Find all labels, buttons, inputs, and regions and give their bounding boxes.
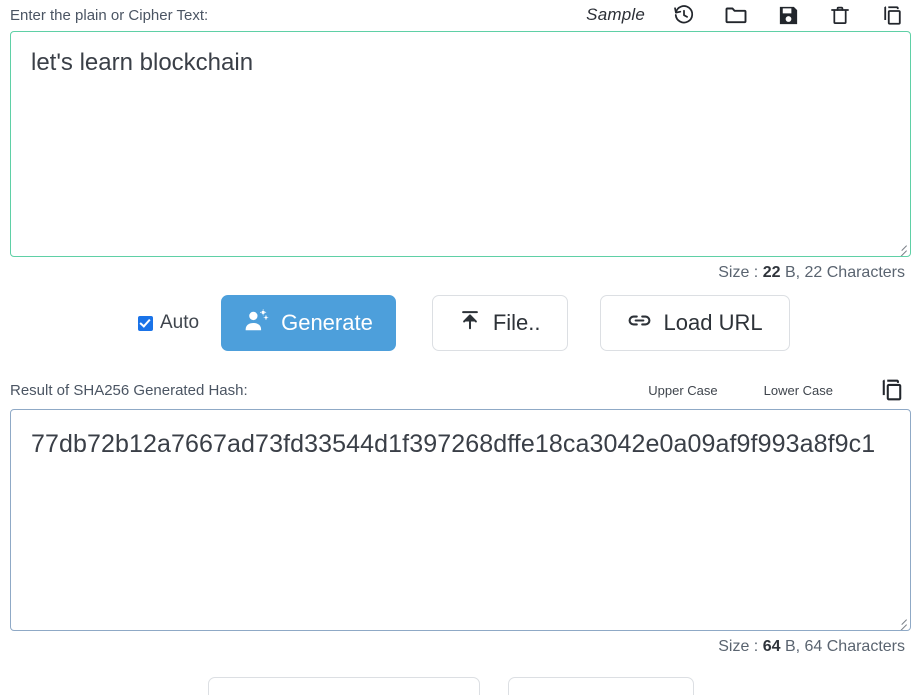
upper-case-button[interactable]: Upper Case (648, 383, 717, 398)
hash-result-output[interactable]: 77db72b12a7667ad73fd33544d1f397268dffe18… (10, 409, 911, 631)
input-size-value: 22 (762, 264, 781, 281)
bottom-button-left[interactable] (208, 677, 480, 695)
generate-button-label: Generate (281, 310, 373, 335)
plain-text-value: let's learn blockchain (31, 49, 254, 76)
resize-handle-icon[interactable] (893, 239, 907, 253)
user-gear-icon (244, 308, 269, 339)
input-header: Enter the plain or Cipher Text: Sample (10, 0, 911, 28)
result-toolbar: Upper Case Lower Case (648, 377, 911, 403)
link-icon (627, 308, 652, 339)
input-section-label: Enter the plain or Cipher Text: (10, 6, 209, 24)
copy-icon[interactable] (879, 2, 905, 28)
load-url-button-label: Load URL (663, 310, 763, 335)
history-icon[interactable] (671, 2, 697, 28)
result-header: Result of SHA256 Generated Hash: Upper C… (10, 375, 911, 405)
file-button[interactable]: File.. (431, 295, 568, 351)
folder-icon[interactable] (723, 2, 749, 28)
input-toolbar: Sample (586, 2, 911, 28)
sample-link[interactable]: Sample (586, 5, 645, 25)
copy-result-icon[interactable] (879, 377, 905, 403)
generate-button[interactable]: Generate (221, 295, 396, 351)
result-size-status: Size : 64 B, 64 Characters (10, 631, 911, 656)
input-size-status: Size : 22 B, 22 Characters (10, 257, 911, 282)
input-size-suffix: B, 22 Characters (780, 264, 905, 281)
file-button-label: File.. (492, 310, 541, 335)
result-resize-handle-icon[interactable] (893, 613, 907, 627)
auto-checkbox[interactable] (138, 315, 153, 331)
bottom-button-right[interactable] (508, 677, 694, 695)
result-size-prefix: Size : (718, 638, 763, 655)
auto-label: Auto (160, 312, 200, 333)
result-size-suffix: B, 64 Characters (780, 638, 905, 655)
input-size-prefix: Size : (718, 264, 763, 281)
upload-icon (459, 309, 481, 337)
result-section-label: Result of SHA256 Generated Hash: (10, 381, 248, 399)
sha256-generator-page: Enter the plain or Cipher Text: Sample l… (0, 0, 921, 695)
action-row: Auto Generate File.. Load URL (10, 295, 911, 351)
result-size-value: 64 (762, 638, 781, 655)
save-icon[interactable] (775, 2, 801, 28)
load-url-button[interactable]: Load URL (599, 295, 790, 351)
trash-icon[interactable] (827, 2, 853, 28)
auto-checkbox-wrapper[interactable]: Auto (138, 312, 199, 334)
lower-case-button[interactable]: Lower Case (764, 383, 833, 398)
plain-text-input[interactable]: let's learn blockchain (10, 31, 911, 257)
hash-result-value: 77db72b12a7667ad73fd33544d1f397268dffe18… (31, 430, 876, 458)
bottom-action-row (10, 677, 911, 695)
